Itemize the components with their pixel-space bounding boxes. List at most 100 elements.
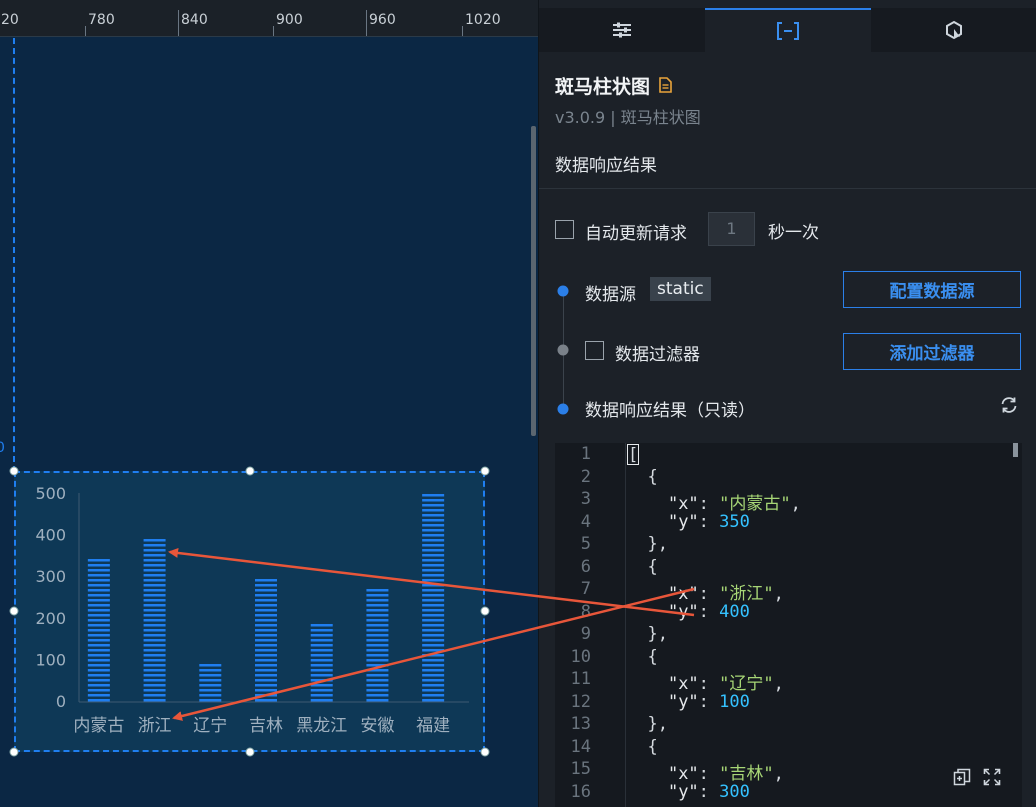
interval-input[interactable]: 1 <box>708 212 755 246</box>
ruler-label: 900 <box>276 12 303 28</box>
document-icon[interactable] <box>654 77 672 97</box>
bar-stripe <box>255 594 277 597</box>
code-line: 15 "x": "吉林", <box>555 759 1022 784</box>
resize-handle-left[interactable] <box>9 606 19 616</box>
bar-stripe <box>87 584 110 587</box>
ruler-tick <box>178 10 179 36</box>
bar-stripe <box>422 609 445 612</box>
resize-handle-top[interactable] <box>245 466 255 476</box>
bar-stripe <box>366 674 389 677</box>
tab-interaction[interactable] <box>871 8 1036 52</box>
fullscreen-icon[interactable] <box>983 768 1001 786</box>
bar-stripe <box>366 594 389 597</box>
code-scrollbar[interactable] <box>1013 443 1018 457</box>
bar[interactable] <box>366 589 389 702</box>
resize-handle-top-left[interactable] <box>9 466 19 476</box>
bar-stripe <box>422 574 445 577</box>
copy-icon[interactable] <box>953 768 971 786</box>
bar-stripe <box>143 539 166 542</box>
add-filter-button[interactable]: 添加过滤器 <box>843 333 1021 370</box>
datasource-label: 数据源 <box>585 285 636 305</box>
code-text: { <box>627 736 658 757</box>
bar-stripe <box>422 544 445 547</box>
bar-stripe <box>422 634 445 637</box>
canvas-scrollbar[interactable] <box>531 126 536 436</box>
refresh-icon[interactable] <box>999 395 1019 415</box>
bar-stripe <box>422 539 445 542</box>
bar-stripe <box>87 599 110 602</box>
code-text: { <box>627 556 658 577</box>
configure-datasource-button[interactable]: 配置数据源 <box>843 271 1021 308</box>
code-line: 11 "x": "辽宁", <box>555 669 1022 694</box>
json-code-viewer[interactable]: 1[2 {3 "x": "内蒙古", 4 "y": 350 5 }, 6 {7 "x"… <box>555 443 1022 807</box>
y-tick-label: 200 <box>35 609 66 628</box>
bar-stripe <box>87 679 110 682</box>
auto-update-checkbox[interactable] <box>555 220 574 239</box>
x-tick-label: 辽宁 <box>193 716 227 736</box>
ruler-tick <box>273 26 274 36</box>
bar-stripe <box>366 679 389 682</box>
bar[interactable] <box>310 624 333 702</box>
bar-stripe <box>422 564 445 567</box>
tab-style[interactable] <box>539 8 705 52</box>
bar-stripe <box>143 599 166 602</box>
bar-stripe <box>143 544 166 547</box>
ruler-label: 1020 <box>465 12 501 28</box>
ruler-label: 960 <box>369 12 396 28</box>
ruler-tick <box>462 26 463 36</box>
bar-stripe <box>87 629 110 632</box>
line-number: 3 <box>580 489 591 509</box>
bar-stripe <box>255 659 277 662</box>
code-line: 2 { <box>555 467 1022 490</box>
bar-stripe <box>422 619 445 622</box>
bar-stripe <box>199 694 222 697</box>
x-tick-label: 浙江 <box>138 716 172 736</box>
line-number: 2 <box>580 466 591 487</box>
resize-handle-right[interactable] <box>480 606 490 616</box>
code-line: 4 "y": 350 <box>555 512 1022 535</box>
ruler-label: 20 <box>1 12 19 28</box>
bar[interactable] <box>87 559 110 702</box>
bar-stripe <box>143 689 166 692</box>
line-number: 16 <box>570 781 591 802</box>
bar-stripe <box>422 514 445 517</box>
resize-handle-bottom-right[interactable] <box>480 747 490 757</box>
filter-checkbox[interactable] <box>585 341 604 360</box>
guide-coordinate-label: 0 <box>0 440 5 456</box>
bar-stripe <box>422 549 445 552</box>
resize-handle-bottom-left[interactable] <box>9 747 19 757</box>
y-tick-label: 400 <box>35 526 66 545</box>
bar-stripe <box>87 569 110 572</box>
bar-stripe <box>87 564 110 567</box>
bar[interactable] <box>199 664 222 702</box>
bar-stripe <box>143 679 166 682</box>
bar[interactable] <box>255 579 277 702</box>
bar-stripe <box>143 684 166 687</box>
bar-stripe <box>143 619 166 622</box>
bar-stripe <box>422 699 445 702</box>
resize-handle-top-right[interactable] <box>480 466 490 476</box>
bar-stripe <box>422 644 445 647</box>
bar-stripe <box>422 504 445 507</box>
bar-stripe <box>366 604 389 607</box>
bar-stripe <box>143 594 166 597</box>
bar-stripe <box>87 594 110 597</box>
bar-stripe <box>87 634 110 637</box>
code-line: 12 "y": 100 <box>555 692 1022 715</box>
bar-stripe <box>87 589 110 592</box>
bar-stripe <box>87 669 110 672</box>
horizontal-ruler: 20 780 840 900 960 1020 <box>0 0 538 37</box>
bar[interactable] <box>143 539 166 702</box>
bar-stripe <box>143 659 166 662</box>
canvas-area[interactable]: 20 780 840 900 960 1020 0 0 100 200 300 400 5… <box>0 0 538 807</box>
bar-stripe <box>422 579 445 582</box>
bar-stripe <box>422 509 445 512</box>
bar[interactable] <box>422 494 445 702</box>
tab-data[interactable] <box>705 8 871 52</box>
bar-stripe <box>366 699 389 702</box>
bar-stripe <box>143 604 166 607</box>
bar-stripe <box>143 699 166 702</box>
zebra-bar-chart[interactable]: 0 100 200 300 400 500 内蒙古 浙江 辽宁 吉林 黑龙江 安徽 福建 <box>14 471 485 752</box>
timeline-dot-active <box>557 285 569 297</box>
resize-handle-bottom[interactable] <box>245 747 255 757</box>
